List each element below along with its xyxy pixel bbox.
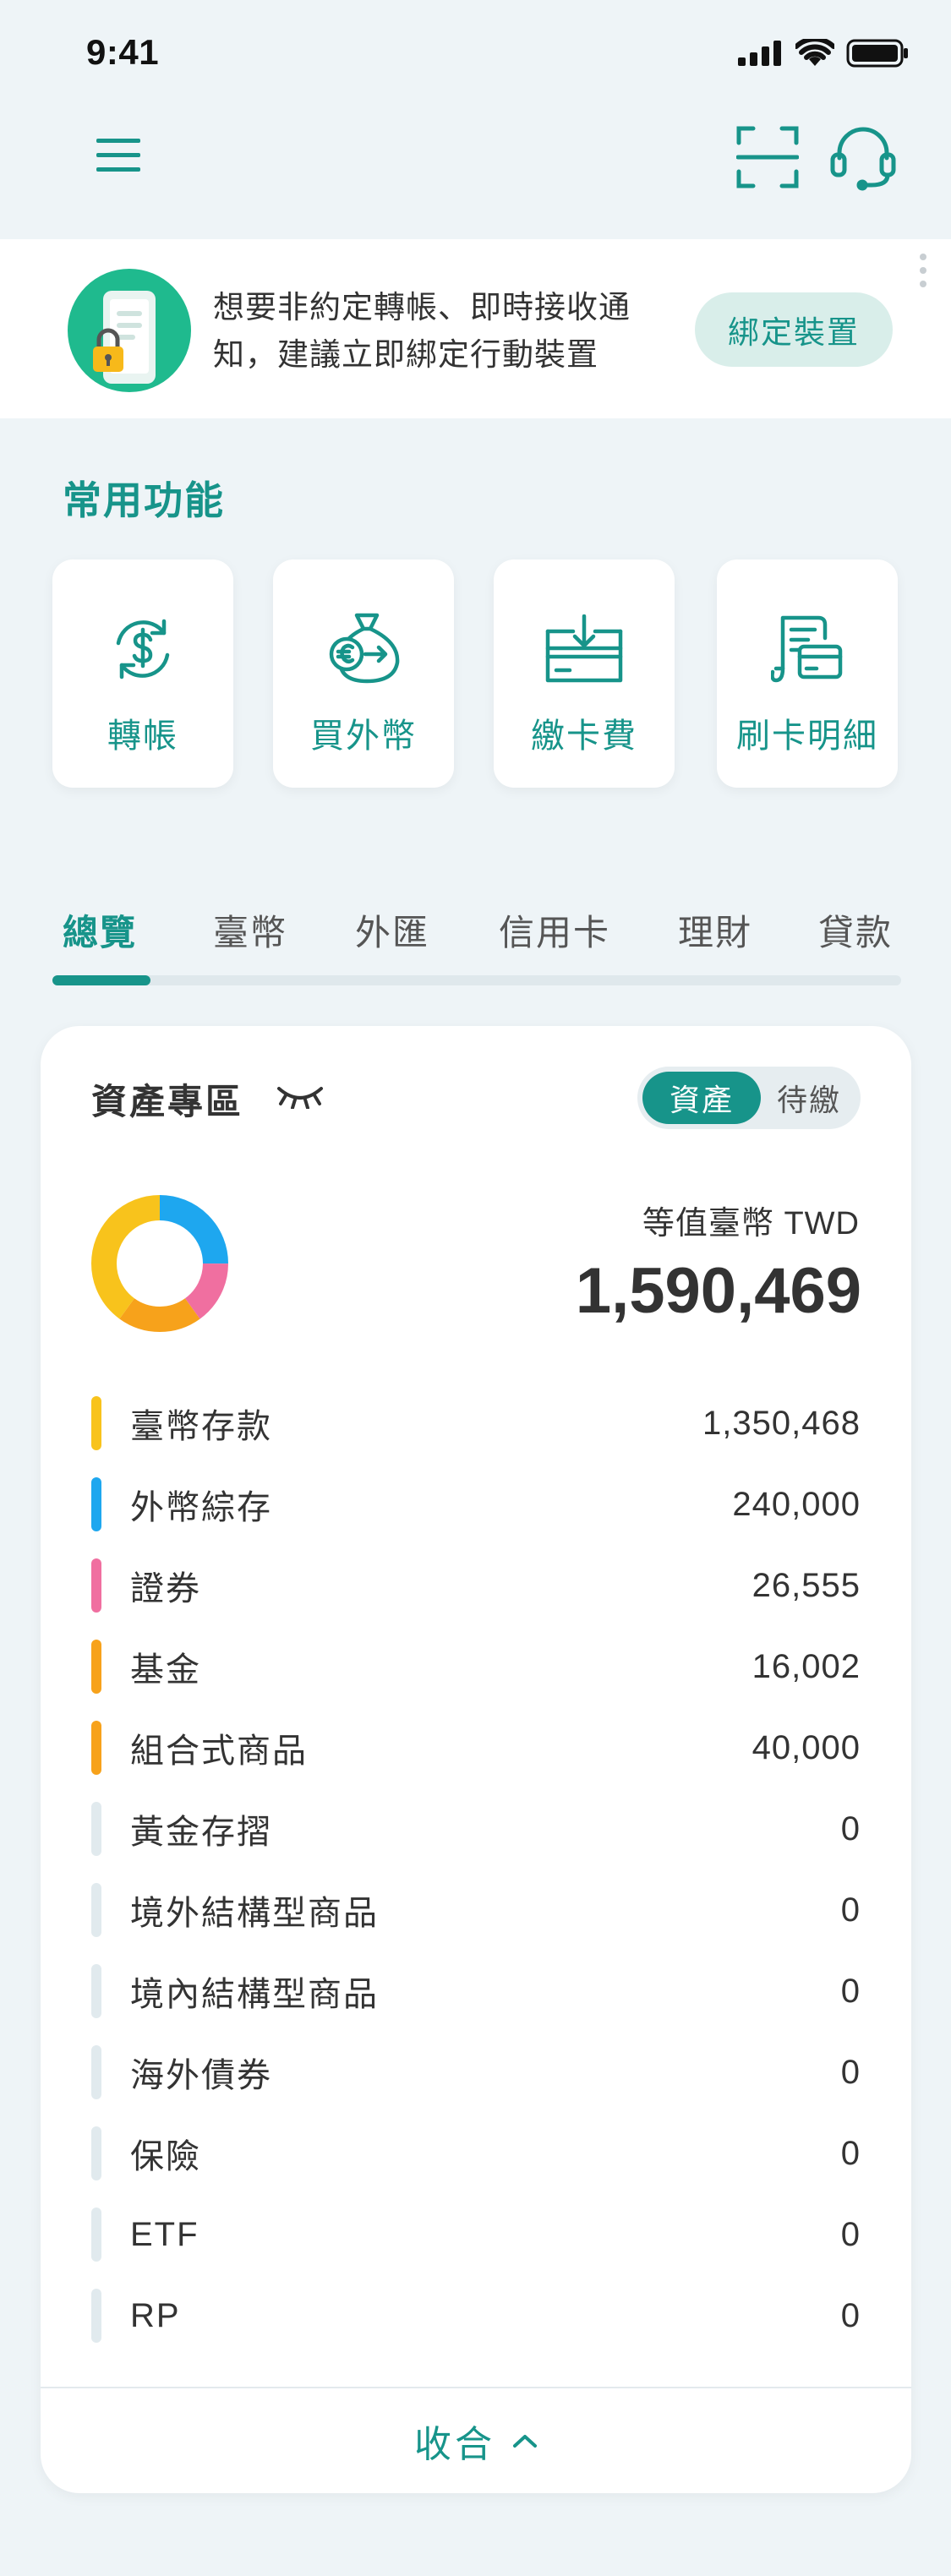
- asset-color-bar: [91, 1477, 101, 1531]
- battery-icon: [846, 39, 908, 68]
- asset-color-bar: [91, 1964, 101, 2018]
- status-icons: [738, 39, 909, 68]
- pay-card-bill-icon: [544, 609, 624, 690]
- quick-function-transfer[interactable]: 轉帳: [52, 559, 233, 788]
- tab-active-indicator: [52, 975, 150, 985]
- asset-value: 0: [840, 2053, 861, 2091]
- asset-value: 0: [840, 2296, 861, 2334]
- asset-value: 0: [840, 1809, 861, 1847]
- signal-icon: [738, 41, 781, 66]
- transfer-dollar-icon: [108, 609, 178, 690]
- tab-loan[interactable]: 貸款: [818, 904, 893, 956]
- asset-name: 境外結構型商品: [130, 1895, 379, 1932]
- asset-color-bar: [91, 1883, 101, 1937]
- headset-icon[interactable]: [825, 118, 901, 194]
- asset-name: 基金: [130, 1651, 201, 1689]
- wifi-icon: [795, 39, 834, 66]
- phone-lock-icon: [68, 269, 191, 392]
- asset-value: 0: [840, 2215, 861, 2253]
- asset-name: 證券: [130, 1570, 201, 1607]
- asset-donut-chart: [91, 1195, 228, 1332]
- asset-row[interactable]: 基金 16,002: [91, 1640, 861, 1694]
- collapse-button[interactable]: 收合: [41, 2388, 911, 2493]
- tab-wealth[interactable]: 理財: [678, 904, 752, 956]
- asset-name: RP: [130, 2296, 181, 2334]
- quick-function-label: 繳卡費: [531, 718, 637, 755]
- quick-function-label: 買外幣: [310, 718, 417, 755]
- asset-value: 1,350,468: [702, 1404, 861, 1442]
- asset-value: 16,002: [752, 1647, 861, 1685]
- asset-row[interactable]: 黃金存摺 0: [91, 1802, 861, 1856]
- asset-row[interactable]: ETF 0: [91, 2208, 861, 2262]
- asset-color-bar: [91, 1802, 101, 1856]
- asset-name: 臺幣存款: [130, 1408, 272, 1445]
- bind-device-button[interactable]: 綁定裝置: [695, 292, 893, 367]
- asset-name: 保險: [130, 2138, 201, 2175]
- asset-row[interactable]: 證券 26,555: [91, 1558, 861, 1613]
- tab-scroll-track: [52, 975, 901, 985]
- hide-amount-eye-icon[interactable]: [276, 1083, 325, 1113]
- total-value: 1,590,469: [575, 1255, 861, 1327]
- asset-name: 海外債券: [130, 2057, 272, 2094]
- asset-value: 40,000: [752, 1728, 861, 1766]
- more-options-icon[interactable]: [920, 254, 926, 287]
- asset-row[interactable]: 組合式商品 40,000: [91, 1721, 861, 1775]
- asset-color-bar: [91, 1721, 101, 1775]
- asset-value: 0: [840, 1891, 861, 1929]
- tab-twd[interactable]: 臺幣: [213, 904, 287, 956]
- quick-function-buy-fx[interactable]: 買外幣: [273, 559, 454, 788]
- quick-function-label: 轉帳: [107, 718, 178, 755]
- hamburger-menu-icon[interactable]: [91, 132, 145, 179]
- quick-function-card-statement[interactable]: 刷卡明細: [717, 559, 898, 788]
- quick-function-pay-card[interactable]: 繳卡費: [494, 559, 675, 788]
- quick-function-label: 刷卡明細: [736, 718, 878, 755]
- asset-value: 26,555: [752, 1566, 861, 1604]
- quick-functions-title: 常用功能: [63, 478, 225, 522]
- asset-name: 組合式商品: [130, 1733, 308, 1770]
- asset-row[interactable]: 境內結構型商品 0: [91, 1964, 861, 2018]
- asset-row[interactable]: 海外債券 0: [91, 2045, 861, 2099]
- total-label: 等值臺幣 TWD: [642, 1206, 860, 1242]
- asset-row[interactable]: 外幣綜存 240,000: [91, 1477, 861, 1531]
- asset-value: 240,000: [732, 1485, 861, 1523]
- scan-frame-icon[interactable]: [734, 123, 801, 191]
- asset-row[interactable]: RP 0: [91, 2289, 861, 2343]
- asset-row[interactable]: 臺幣存款 1,350,468: [91, 1396, 861, 1450]
- asset-row[interactable]: 保險 0: [91, 2126, 861, 2180]
- card-statement-icon: [771, 609, 844, 690]
- toggle-pending[interactable]: 待繳: [762, 1072, 855, 1124]
- asset-color-bar: [91, 2289, 101, 2343]
- tab-credit-card[interactable]: 信用卡: [499, 904, 610, 956]
- asset-color-bar: [91, 2045, 101, 2099]
- tab-fx[interactable]: 外匯: [355, 904, 429, 956]
- chevron-up-icon: [513, 2435, 537, 2448]
- asset-color-bar: [91, 1396, 101, 1450]
- foreign-currency-bag-icon: [325, 609, 402, 690]
- asset-zone-title: 資產專區: [91, 1082, 244, 1122]
- asset-color-bar: [91, 1640, 101, 1694]
- asset-color-bar: [91, 1558, 101, 1613]
- asset-color-bar: [91, 2126, 101, 2180]
- toggle-assets[interactable]: 資產: [642, 1072, 761, 1124]
- asset-color-bar: [91, 2208, 101, 2262]
- status-time: 9:41: [86, 32, 160, 72]
- asset-name: ETF: [130, 2215, 199, 2253]
- asset-row[interactable]: 境外結構型商品 0: [91, 1883, 861, 1937]
- tab-overview[interactable]: 總覽: [63, 904, 137, 956]
- asset-name: 外幣綜存: [130, 1489, 272, 1526]
- bind-banner-message: 想要非約定轉帳、即時接收通知，建議立即綁定行動裝置: [213, 290, 631, 372]
- asset-value: 0: [840, 1972, 861, 2010]
- asset-name: 黃金存摺: [130, 1814, 272, 1851]
- asset-value: 0: [840, 2134, 861, 2172]
- asset-name: 境內結構型商品: [130, 1976, 379, 2013]
- collapse-label: 收合: [414, 2424, 495, 2465]
